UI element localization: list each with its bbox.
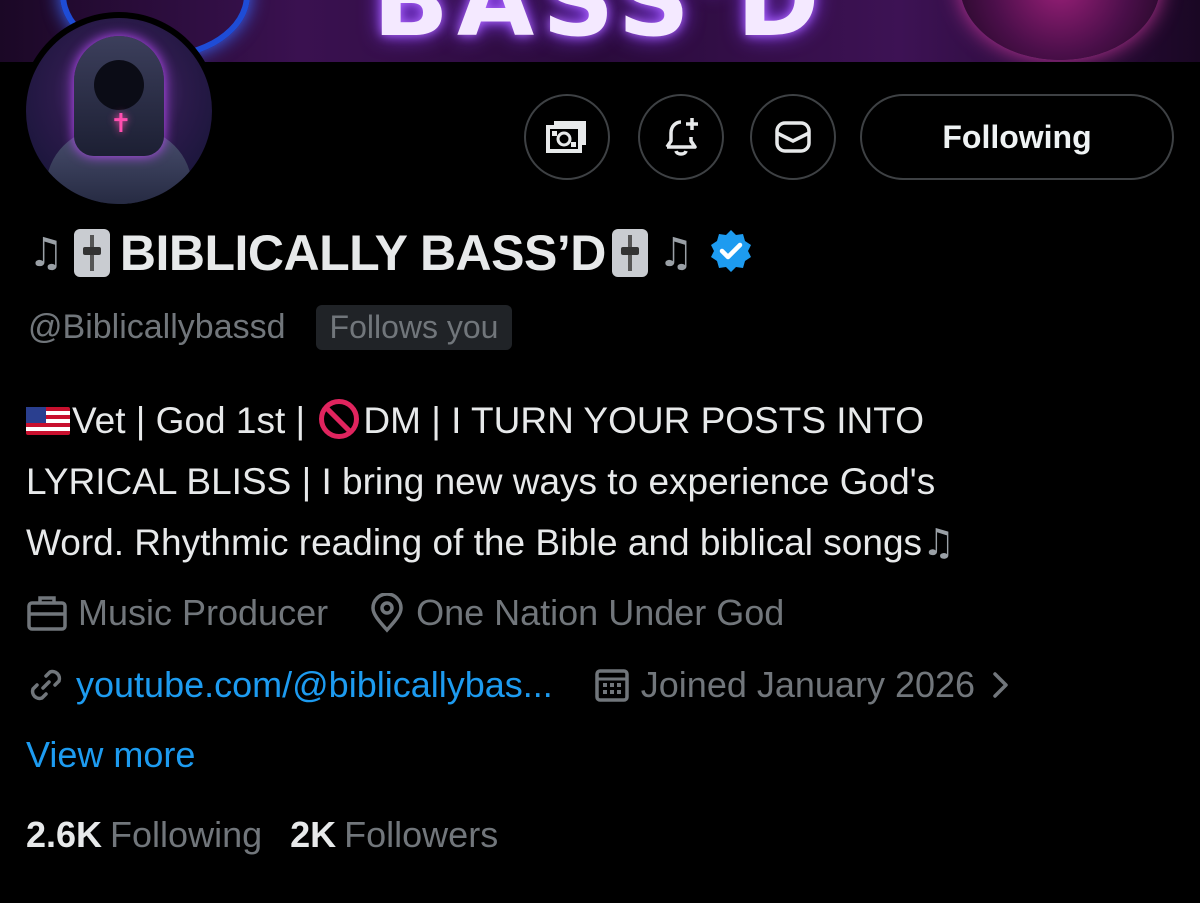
music-notes-icon: ♫ — [28, 230, 64, 276]
bio: Vet | God 1st | DM | I TURN YOUR POSTS I… — [26, 390, 1176, 573]
profile-meta-row: Music Producer One Nation Under God — [26, 588, 824, 638]
website[interactable]: youtube.com/@biblicallybas... — [26, 664, 553, 706]
bio-text: Word. Rhythmic reading of the Bible and … — [26, 522, 923, 563]
level-slider-icon — [73, 229, 110, 277]
display-name-row: ♫ BIBLICALLY BASS’D ♫ — [28, 220, 754, 286]
profile-meta-row-2: youtube.com/@biblicallybas... Joined Jan… — [26, 660, 1063, 710]
verified-badge-icon[interactable] — [708, 228, 754, 279]
avatar-image: ✝ — [26, 18, 212, 204]
followers-label: Followers — [344, 814, 499, 855]
message-icon — [775, 121, 811, 153]
location: One Nation Under God — [368, 592, 784, 634]
followers-count: 2K — [290, 814, 337, 855]
profession: Music Producer — [26, 592, 328, 634]
us-flag-icon — [26, 407, 70, 435]
website-link[interactable]: youtube.com/@biblicallybas... — [76, 664, 553, 706]
follows-you-badge: Follows you — [315, 304, 513, 350]
calendar-icon — [595, 669, 629, 702]
location-text: One Nation Under God — [416, 592, 785, 633]
message-button[interactable] — [750, 94, 836, 180]
followers-stat[interactable]: 2K Followers — [290, 814, 498, 856]
chevron-right-icon — [993, 672, 1008, 698]
bio-text: LYRICAL BLISS | I bring new ways to expe… — [26, 461, 936, 502]
handle-row: @Biblicallybassd Follows you — [28, 300, 513, 354]
following-stat[interactable]: 2.6K Following — [26, 814, 262, 856]
level-slider-icon — [611, 229, 648, 277]
music-notes-icon: ♫ — [922, 521, 956, 564]
follow-stats: 2.6K Following 2K Followers — [26, 814, 526, 856]
briefcase-icon — [27, 596, 67, 631]
display-name: BIBLICALLY BASS’D — [119, 225, 607, 281]
tip-button[interactable] — [524, 94, 610, 180]
following-count: 2.6K — [26, 814, 103, 855]
tip-money-icon — [546, 121, 586, 153]
following-label: Following — [110, 814, 263, 855]
bio-text: DM | I TURN YOUR POSTS INTO — [363, 400, 924, 441]
profession-text: Music Producer — [78, 592, 329, 633]
prohibited-icon — [319, 399, 360, 439]
view-more-link[interactable]: View more — [26, 734, 195, 776]
notify-button[interactable] — [638, 94, 724, 180]
location-pin-icon — [371, 593, 403, 633]
music-notes-icon: ♫ — [657, 230, 694, 276]
joined-text: Joined January 2026 — [640, 664, 976, 705]
link-icon — [30, 669, 62, 701]
bio-text: Vet | God 1st | — [72, 400, 316, 441]
notification-bell-icon — [665, 118, 698, 156]
handle: @Biblicallybassd — [28, 307, 286, 346]
following-button[interactable]: Following — [860, 94, 1174, 180]
joined-date[interactable]: Joined January 2026 — [593, 664, 1023, 706]
avatar[interactable]: ✝ — [20, 12, 218, 210]
